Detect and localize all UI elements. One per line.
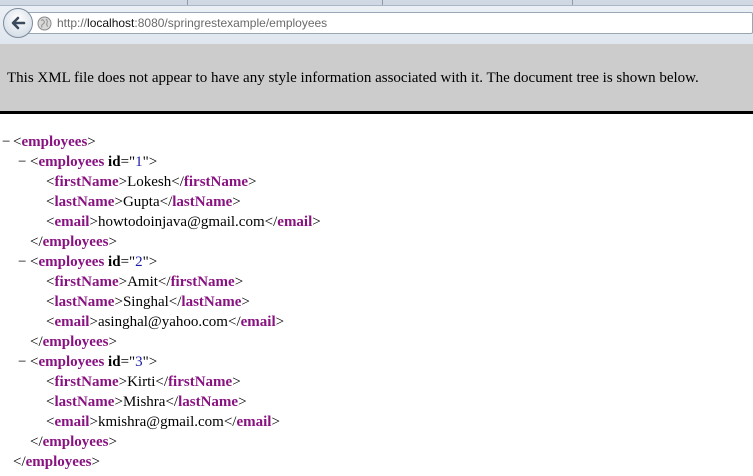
employee-open-tag: employees	[38, 354, 105, 370]
field-open-tag: firstName	[54, 374, 119, 390]
root-close-tag: employees	[25, 454, 92, 470]
employee-close-tag: employees	[42, 234, 109, 250]
tree-line: </employees>	[30, 434, 117, 450]
field-close-tag: email	[236, 414, 272, 430]
tree-line: </employees>	[13, 454, 100, 470]
tree-line: − <employees id="2">	[18, 252, 158, 272]
tab-separator	[572, 0, 573, 5]
back-button[interactable]	[3, 8, 33, 38]
xml-document-tree: − <employees> − <employees id="1"> <firstNam…	[0, 132, 321, 472]
field-close-tag: firstName	[170, 274, 235, 290]
tree-line: <email>howtodoinjava@gmail.com</email>	[46, 214, 321, 230]
info-message: This XML file does not appear to have an…	[7, 70, 699, 86]
field-close-tag: lastName	[172, 194, 233, 210]
field-close-tag: firstName	[183, 174, 249, 190]
field-value: Gupta	[122, 194, 160, 210]
field-close-tag: firstName	[168, 374, 233, 390]
field-value: Mishra	[122, 394, 166, 410]
field-open-tag: email	[54, 414, 90, 430]
field-open-tag: email	[54, 314, 90, 330]
employee-close-tag: employees	[42, 334, 109, 350]
tree-line: <firstName>Amit</firstName>	[46, 274, 244, 290]
field-value: Kirti	[127, 374, 156, 390]
field-value: kmishra@gmail.com	[97, 414, 224, 430]
root-open-tag: employees	[21, 134, 88, 150]
collapse-toggle[interactable]: −	[18, 352, 26, 372]
tree-line: <lastName>Gupta</lastName>	[46, 194, 241, 210]
field-value: howtodoinjava@gmail.com	[97, 214, 265, 230]
field-close-tag: lastName	[178, 394, 239, 410]
address-bar[interactable]: http://localhost:8080/springrestexample/…	[27, 12, 753, 34]
tree-line: <firstName>Kirti</firstName>	[46, 374, 241, 390]
tree-line: <lastName>Mishra</lastName>	[46, 394, 247, 410]
attribute-name: id	[108, 154, 121, 170]
field-value: Lokesh	[127, 174, 172, 190]
tab-separator	[382, 0, 383, 5]
field-open-tag: lastName	[54, 294, 115, 310]
tree-line: <firstName>Lokesh</firstName>	[46, 174, 257, 190]
field-open-tag: lastName	[54, 194, 115, 210]
attribute-value: 1	[135, 154, 143, 170]
tab-strip	[0, 0, 753, 6]
field-value: Amit	[127, 274, 158, 290]
field-value: Singhal	[122, 294, 169, 310]
collapse-toggle[interactable]: −	[18, 152, 26, 172]
tree-line: − <employees id="3">	[18, 352, 158, 372]
browser-toolbar: http://localhost:8080/springrestexample/…	[0, 0, 753, 45]
url-text[interactable]: http://localhost:8080/springrestexample/…	[57, 13, 327, 33]
collapse-toggle[interactable]: −	[18, 252, 26, 272]
back-arrow-icon	[11, 16, 26, 30]
field-close-tag: email	[277, 214, 313, 230]
tree-line: − <employees id="1">	[18, 152, 158, 172]
url-host: localhost	[87, 16, 135, 30]
tree-line: </employees>	[30, 234, 117, 250]
field-close-tag: lastName	[181, 294, 242, 310]
field-open-tag: firstName	[54, 174, 119, 190]
tree-line: <lastName>Singhal</lastName>	[46, 294, 250, 310]
tree-line: <email>kmishra@gmail.com</email>	[46, 414, 280, 430]
employee-close-tag: employees	[42, 434, 109, 450]
employee-open-tag: employees	[38, 254, 105, 270]
attribute-name: id	[108, 354, 121, 370]
globe-icon	[37, 16, 52, 31]
attribute-value: 3	[135, 354, 143, 370]
tree-line: <email>asinghal@yahoo.com</email>	[46, 314, 285, 330]
tab-separator	[187, 0, 188, 5]
url-scheme: http://	[57, 16, 88, 30]
field-close-tag: email	[240, 314, 276, 330]
xml-style-info-banner: This XML file does not appear to have an…	[0, 44, 753, 114]
employee-open-tag: employees	[38, 154, 105, 170]
collapse-toggle[interactable]: −	[2, 132, 10, 152]
field-open-tag: lastName	[54, 394, 115, 410]
attribute-value: 2	[135, 254, 143, 270]
field-open-tag: firstName	[54, 274, 119, 290]
attribute-name: id	[108, 254, 121, 270]
tree-line: − <employees>	[2, 132, 96, 152]
tree-line: </employees>	[30, 334, 117, 350]
url-path: :8080/springrestexample/employees	[134, 16, 328, 30]
field-value: asinghal@yahoo.com	[97, 314, 228, 330]
field-open-tag: email	[54, 214, 90, 230]
